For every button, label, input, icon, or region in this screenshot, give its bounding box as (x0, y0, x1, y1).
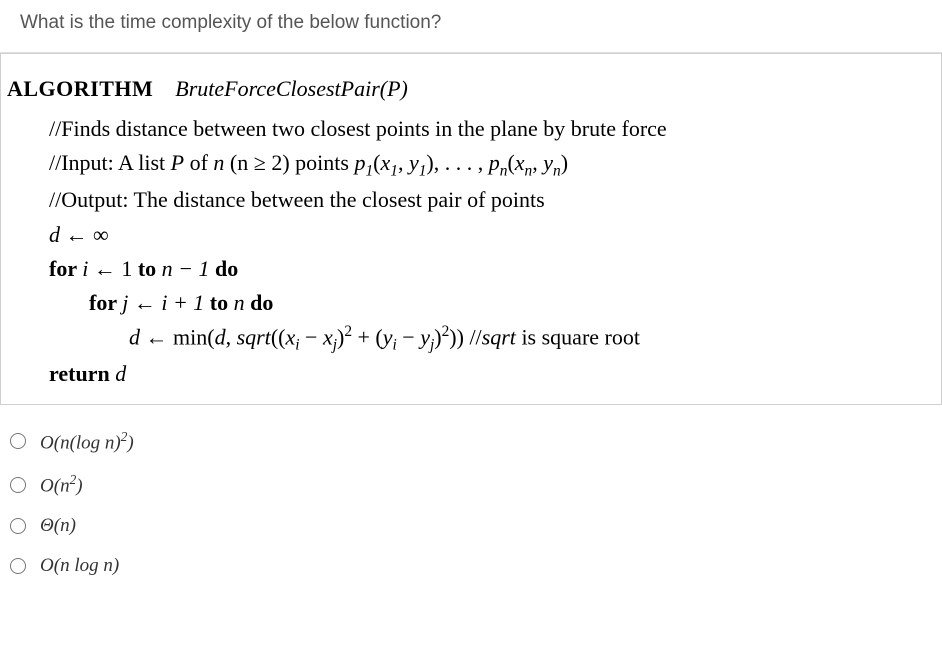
algo-line-assign: d ← min(d, sqrt((xi − xj)2 + (yi − yj)2)… (49, 320, 931, 358)
algorithm-name: BruteForceClosestPair(P) (175, 76, 408, 101)
option-2-radio[interactable] (10, 477, 26, 493)
option-3-label[interactable]: Θ(n) (40, 515, 76, 537)
option-1-label[interactable]: O(n(log n)2) (40, 429, 134, 454)
option-1-radio[interactable] (10, 433, 26, 449)
option-2-label[interactable]: O(n2) (40, 472, 83, 497)
algo-line-for-i: for i ← 1 to n − 1 do (49, 252, 931, 286)
option-4-label[interactable]: O(n log n) (40, 555, 119, 577)
algo-line-return: return d (49, 357, 931, 391)
option-1[interactable]: O(n(log n)2) (10, 429, 932, 454)
algo-line-for-j: for j ← i + 1 to n do (49, 286, 931, 320)
question-text: What is the time complexity of the below… (0, 0, 942, 53)
answer-options: O(n(log n)2) O(n2) Θ(n) O(n log n) (0, 405, 942, 578)
option-3-radio[interactable] (10, 518, 26, 534)
algo-comment-2: //Input: A list P of n (n ≥ 2) points p1… (49, 146, 931, 183)
algo-comment-1: //Finds distance between two closest poi… (49, 112, 931, 146)
option-4-radio[interactable] (10, 558, 26, 574)
option-2[interactable]: O(n2) (10, 472, 932, 497)
algorithm-body: //Finds distance between two closest poi… (1, 112, 941, 391)
algo-line-init: d ← ∞ (49, 218, 931, 252)
algorithm-title: ALGORITHM BruteForceClosestPair(P) (1, 72, 941, 106)
algorithm-box: ALGORITHM BruteForceClosestPair(P) //Fin… (0, 53, 942, 405)
option-3[interactable]: Θ(n) (10, 515, 932, 537)
algorithm-keyword: ALGORITHM (7, 76, 153, 101)
option-4[interactable]: O(n log n) (10, 555, 932, 577)
algo-comment-3: //Output: The distance between the close… (49, 183, 931, 217)
